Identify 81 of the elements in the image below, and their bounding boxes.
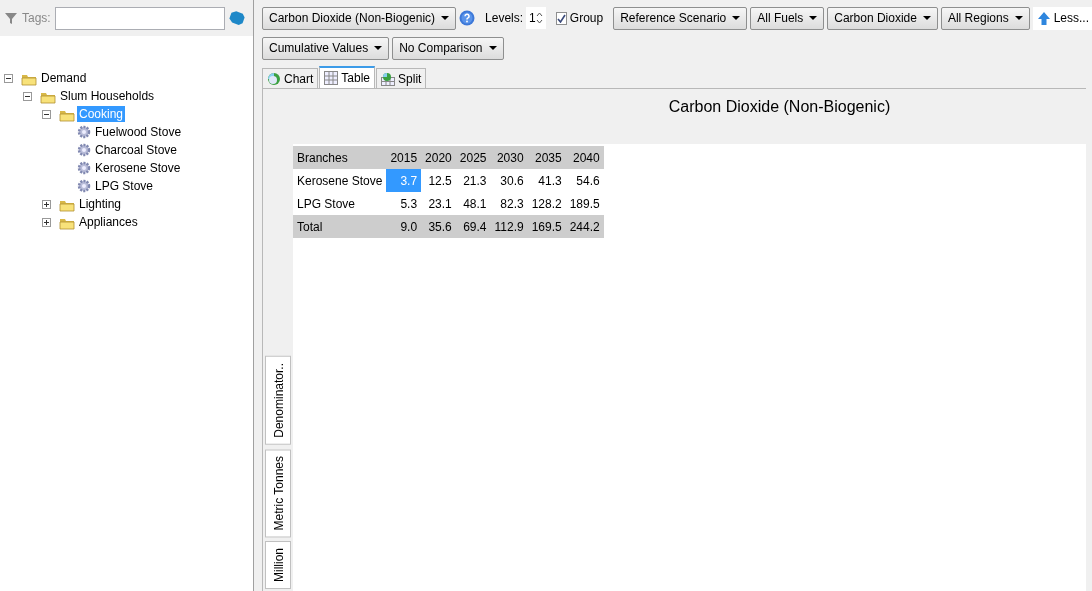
tree-item[interactable]: Slum Households [58,88,157,104]
column-header: 2020 [421,146,456,169]
tree-item[interactable]: Appliances [77,214,140,230]
table-icon [324,71,339,85]
caret-icon [374,46,383,50]
table-cell[interactable]: 12.5 [421,169,456,192]
dropdown-button[interactable]: Carbon Dioxide (Non-Biogenic) [262,6,457,30]
tree-item[interactable]: Charcoal Stove [93,142,180,158]
row-label[interactable]: Kerosene Stove [293,169,387,192]
collapse-icon[interactable] [42,109,51,119]
tags-label: Tags: [22,10,51,27]
side-button[interactable]: Metric Tonnes [265,448,291,537]
table-cell[interactable]: 112.9 [490,215,528,238]
dropdown-button[interactable]: Reference Scenario [613,6,748,30]
split-view-icon [381,71,396,86]
table-cell[interactable]: 128.2 [527,192,566,215]
table-cell[interactable]: 9.0 [386,215,422,238]
levels-label: Levels: [485,10,524,27]
tree-item[interactable]: LPG Stove [93,178,156,194]
tab[interactable]: Split [376,68,427,88]
gear-icon [77,143,91,157]
gear-icon [77,161,91,175]
caret-icon [809,16,818,20]
table-cell[interactable]: 23.1 [421,192,456,215]
row-label[interactable]: LPG Stove [293,192,387,215]
tree-item[interactable]: Lighting [77,196,124,212]
dropdown-button[interactable]: No Comparison [392,36,504,60]
expand-icon[interactable] [42,217,51,227]
group-label: Group [569,10,604,27]
gear-icon [77,125,91,139]
up-arrow-icon [1036,10,1051,26]
tab[interactable]: Chart [262,68,319,88]
tree-item[interactable]: Demand [39,70,89,86]
column-header: 2030 [490,146,528,169]
dropdown-button[interactable]: All Regions [940,6,1030,30]
table-cell[interactable]: 5.3 [386,192,422,215]
tab[interactable]: Table [319,66,376,88]
column-header: 2015 [386,146,422,169]
spinner-arrows-icon[interactable] [535,12,543,24]
side-button[interactable]: Million [265,541,291,589]
chart-title: Carbon Dioxide (Non-Biogenic) [668,98,891,115]
table-cell[interactable]: 69.4 [455,215,491,238]
column-header: Branches [293,146,387,169]
help-icon[interactable] [459,10,476,26]
side-button[interactable]: Denominator.. [265,355,291,445]
levels-spinner[interactable]: 1 [526,7,546,29]
group-checkbox[interactable] [555,11,567,25]
less-button[interactable]: Less... [1032,6,1092,30]
tree-item[interactable]: Fuelwood Stove [93,124,184,140]
pie-chart-icon [267,71,281,86]
column-header: 2025 [455,146,491,169]
column-header: 2040 [565,146,604,169]
caret-icon [441,16,450,20]
table-cell[interactable]: 41.3 [527,169,566,192]
tree-item[interactable]: Kerosene Stove [93,160,183,176]
filter-icon[interactable] [4,11,18,25]
table-cell[interactable]: 48.1 [455,192,491,215]
tag-icon[interactable] [228,11,245,25]
table-cell[interactable]: 30.6 [490,169,528,192]
tags-field[interactable] [54,6,225,30]
caret-icon [488,46,497,50]
caret-icon [732,16,741,20]
check-icon [556,13,566,23]
row-label[interactable]: Total [293,215,387,238]
caret-icon [1014,16,1023,20]
collapse-icon[interactable] [23,91,32,101]
table-cell[interactable]: 35.6 [421,215,456,238]
dropdown-button[interactable]: Cumulative Values [262,36,390,60]
gear-icon [77,179,91,193]
table-cell[interactable]: 82.3 [490,192,528,215]
dropdown-button[interactable]: All Fuels [750,6,825,30]
collapse-icon[interactable] [4,73,13,83]
dropdown-button[interactable]: Carbon Dioxide [827,6,938,30]
table-cell[interactable]: 169.5 [527,215,566,238]
table-cell[interactable]: 54.6 [565,169,604,192]
table-cell[interactable]: 21.3 [455,169,491,192]
caret-icon [922,16,931,20]
column-header: 2035 [527,146,566,169]
table-cell[interactable]: 189.5 [565,192,604,215]
table-cell[interactable]: 244.2 [565,215,604,238]
expand-icon[interactable] [42,199,51,209]
